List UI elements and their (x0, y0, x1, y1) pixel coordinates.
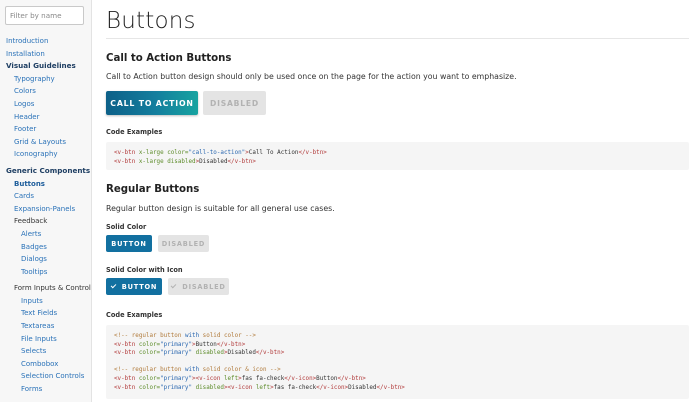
sidebar-item-installation[interactable]: Installation (0, 48, 91, 61)
sidebar-item-buttons[interactable]: Buttons (0, 178, 91, 191)
solid-disabled-button: DISABLED (158, 235, 209, 252)
call-to-action-button[interactable]: CALL TO ACTION (106, 91, 198, 115)
sidebar-item-textareas[interactable]: Textareas (0, 320, 91, 333)
icon-disabled-button: DISABLED (168, 278, 229, 295)
check-icon (170, 282, 177, 289)
sidebar-item-header[interactable]: Header (0, 111, 91, 124)
sidebar: Introduction Installation Visual Guideli… (0, 0, 92, 402)
sidebar-item-introduction[interactable]: Introduction (0, 35, 91, 48)
cta-section-heading: Call to Action Buttons (106, 53, 232, 64)
code-line: <v-btn color="primary" disabled>Disabled… (114, 350, 285, 357)
sidebar-item-file-inputs[interactable]: File Inputs (0, 333, 91, 346)
check-icon (110, 282, 117, 289)
sidebar-item-tooltips[interactable]: Tooltips (0, 266, 91, 279)
sidebar-item-dialogs[interactable]: Dialogs (0, 253, 91, 266)
sidebar-item-generic-components[interactable]: Generic Components (0, 165, 91, 178)
sidebar-nav: Introduction Installation Visual Guideli… (0, 35, 91, 396)
code-line: <v-btn x-large disabled>Disabled</v-btn> (114, 158, 256, 165)
code-line: <v-btn color="primary">Button</v-btn> (114, 341, 246, 348)
solid-color-label: Solid Color (106, 223, 147, 231)
cta-disabled-button: DISABLED (203, 91, 266, 115)
sidebar-item-combobox[interactable]: Combobox (0, 358, 91, 371)
page-title: Buttons (106, 8, 196, 34)
title-divider (106, 38, 689, 39)
cta-code-block: <v-btn x-large color="call-to-action">Ca… (106, 142, 689, 170)
code-line: <v-btn color="primary"><v-icon left>fas … (114, 375, 366, 382)
sidebar-item-typography[interactable]: Typography (0, 73, 91, 86)
cta-section-description: Call to Action button design should only… (106, 72, 517, 81)
regular-code-block: <!-- regular button with solid color -->… (106, 325, 689, 399)
sidebar-item-visual-guidelines[interactable]: Visual Guidelines (0, 60, 91, 73)
sidebar-item-expansion-panels[interactable]: Expansion-Panels (0, 203, 91, 216)
sidebar-item-logos[interactable]: Logos (0, 98, 91, 111)
code-line: <!-- regular button with solid color & i… (114, 367, 281, 374)
sidebar-item-grid-layouts[interactable]: Grid & Layouts (0, 136, 91, 149)
cta-code-examples-label: Code Examples (106, 128, 163, 136)
icon-button-label: BUTTON (121, 282, 158, 291)
solid-color-icon-label: Solid Color with Icon (106, 266, 183, 274)
sidebar-item-forms[interactable]: Forms (0, 383, 91, 396)
sidebar-item-form-inputs-controls[interactable]: Form Inputs & Controls (0, 282, 91, 295)
sidebar-item-selects[interactable]: Selects (0, 345, 91, 358)
code-line: <v-btn x-large color="call-to-action">Ca… (114, 150, 327, 156)
regular-section-description: Regular button design is suitable for al… (106, 204, 335, 213)
filter-input[interactable] (5, 6, 84, 25)
sidebar-item-iconography[interactable]: Iconography (0, 148, 91, 161)
regular-section-heading: Regular Buttons (106, 184, 200, 195)
sidebar-item-inputs[interactable]: Inputs (0, 295, 91, 308)
code-line: <!-- regular button with solid color --> (114, 333, 256, 339)
code-line: <v-btn color="primary" disabled><v-icon … (114, 384, 405, 391)
regular-code-examples-label: Code Examples (106, 311, 163, 319)
sidebar-item-colors[interactable]: Colors (0, 85, 91, 98)
sidebar-item-selection-controls[interactable]: Selection Controls (0, 370, 91, 383)
icon-disabled-label: DISABLED (182, 282, 226, 291)
icon-button[interactable]: BUTTON (106, 278, 162, 295)
sidebar-item-alerts[interactable]: Alerts (0, 228, 91, 241)
sidebar-item-badges[interactable]: Badges (0, 241, 91, 254)
sidebar-item-cards[interactable]: Cards (0, 190, 91, 203)
sidebar-item-feedback[interactable]: Feedback (0, 215, 91, 228)
solid-button[interactable]: BUTTON (106, 235, 152, 252)
sidebar-item-text-fields[interactable]: Text Fields (0, 307, 91, 320)
sidebar-item-footer[interactable]: Footer (0, 123, 91, 136)
